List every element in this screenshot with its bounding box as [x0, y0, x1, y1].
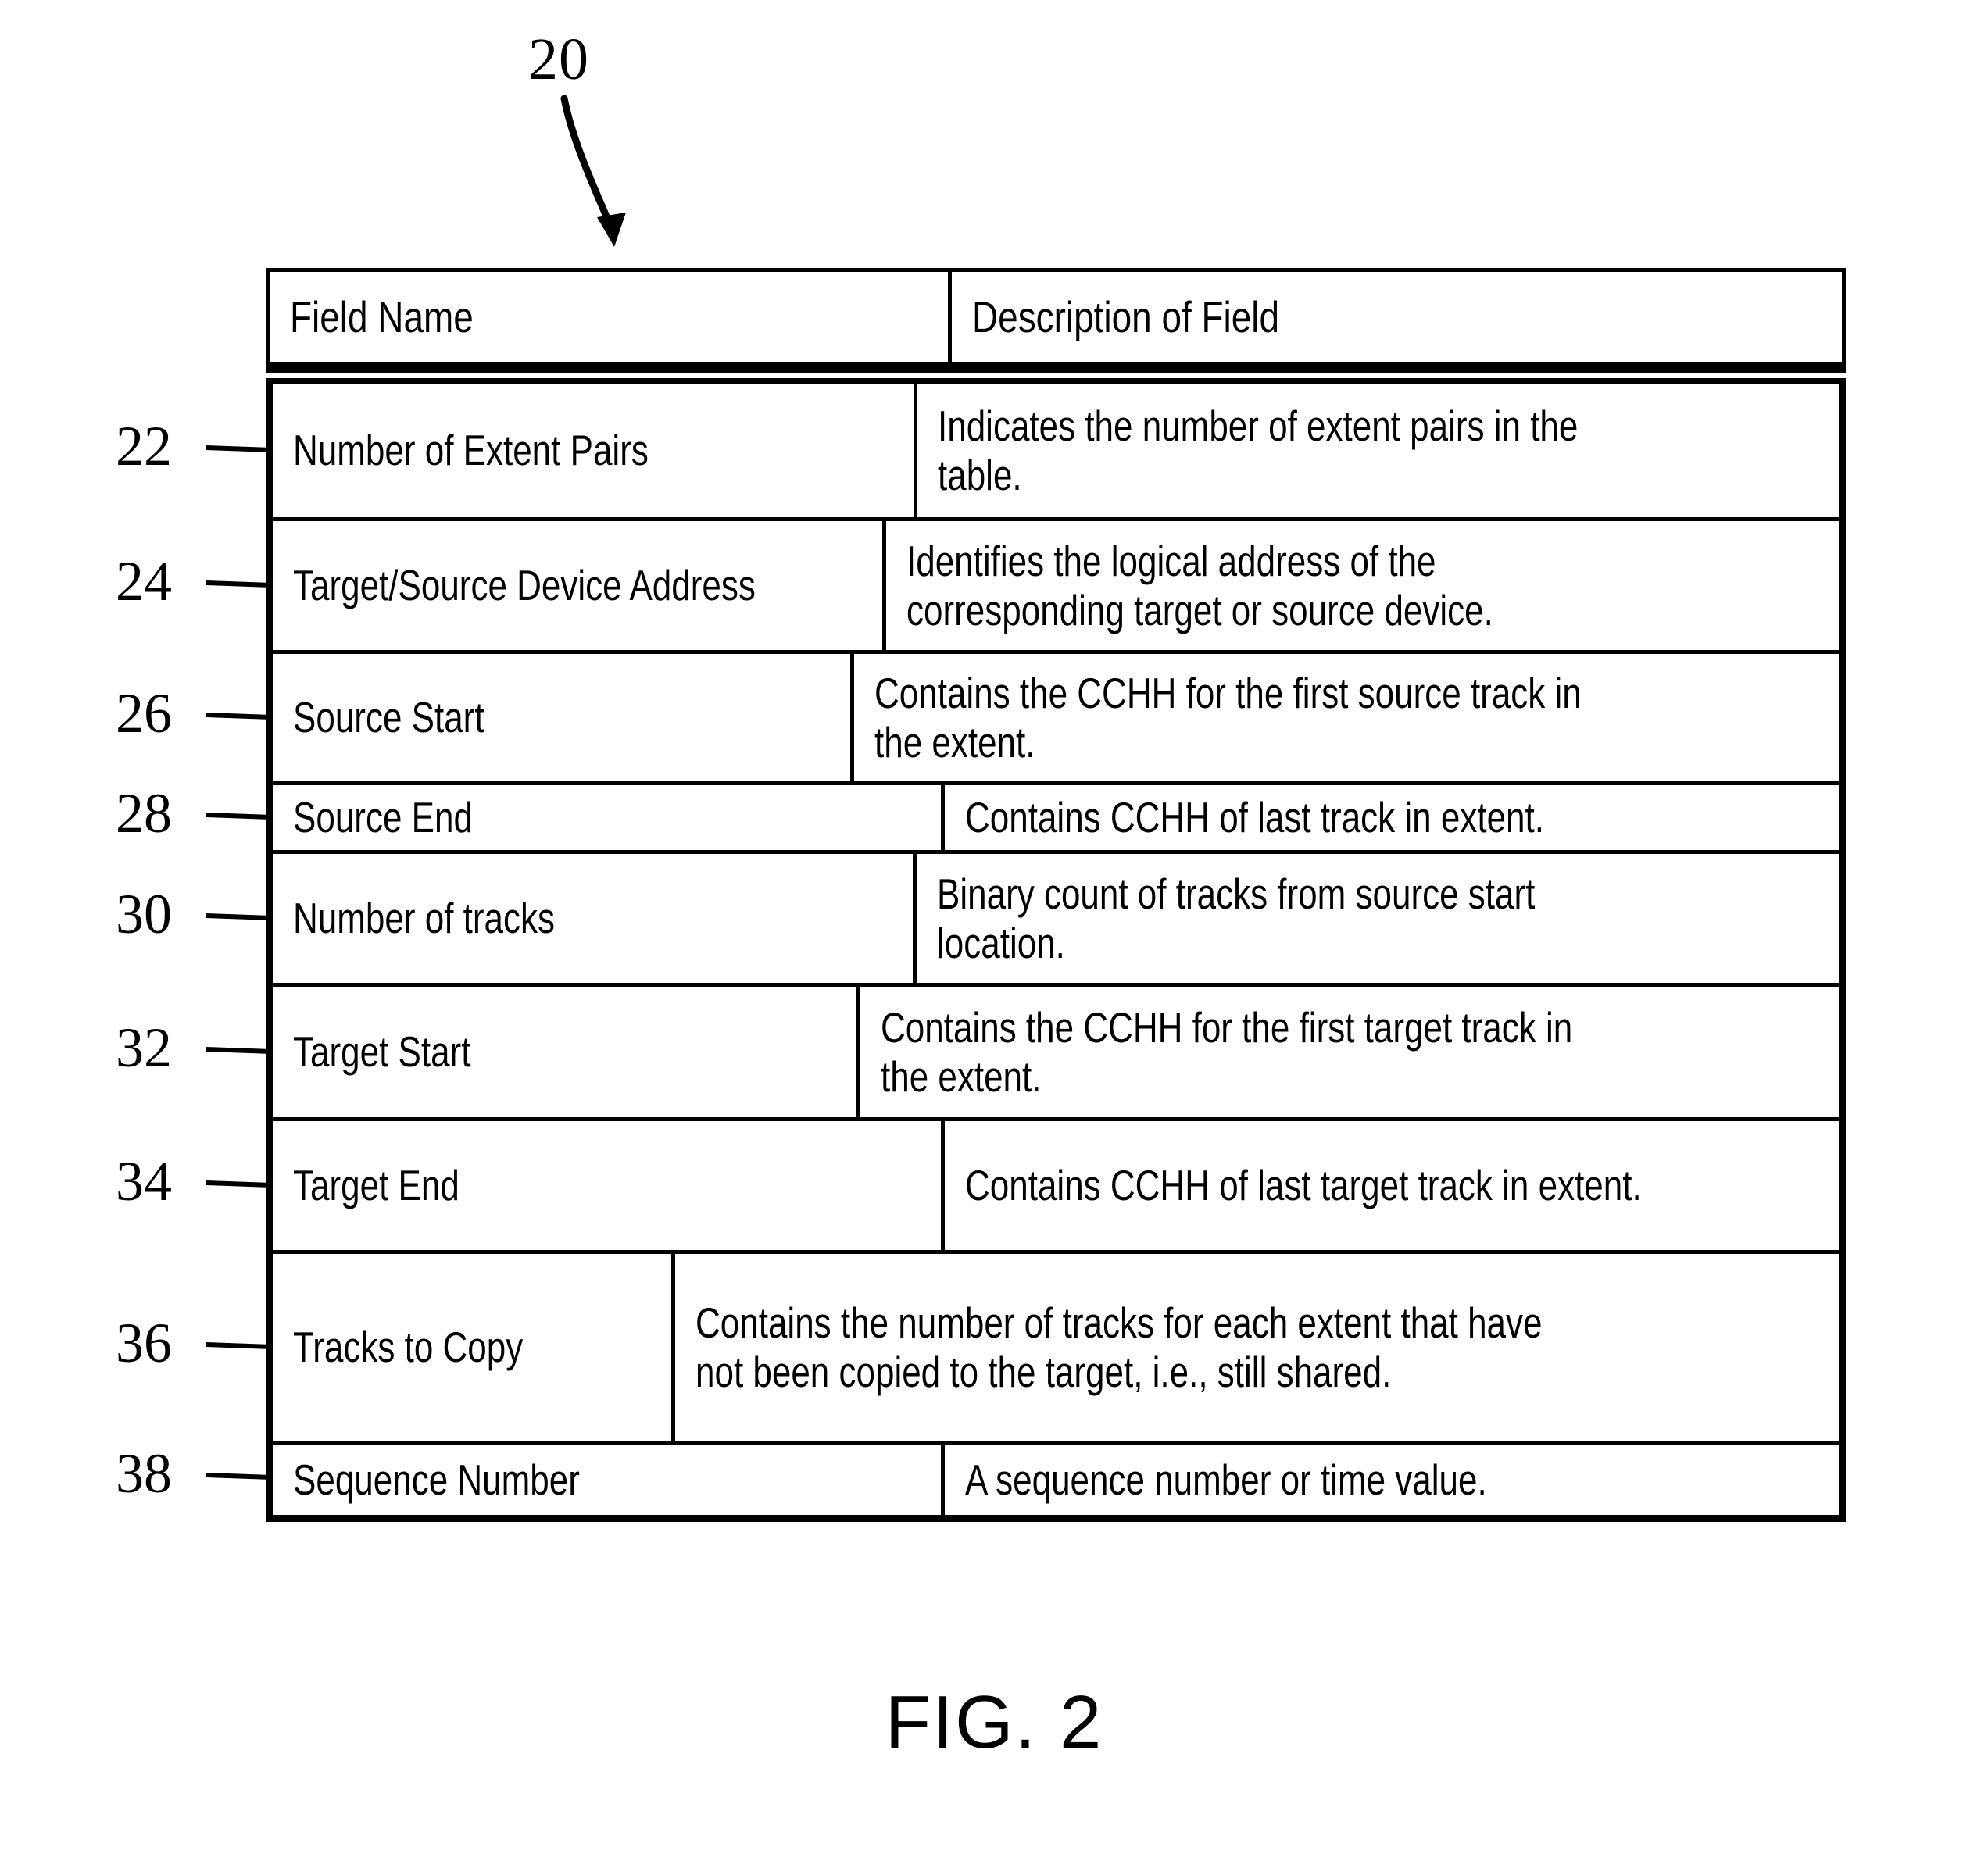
description-text: Contains CCHH of last track in extent.: [965, 793, 1544, 842]
cell-description: Contains CCHH of last track in extent.: [945, 785, 1839, 850]
cell-field-name: Source Start: [273, 654, 855, 781]
field-name-text: Target Start: [293, 1027, 471, 1077]
leader-line-38: [206, 1473, 270, 1480]
description-text: Binary count of tracks from source start…: [936, 869, 1536, 967]
cell-field-name: Sequence Number: [273, 1445, 945, 1515]
leader-line-32: [206, 1047, 270, 1054]
table-body: Number of Extent Pairs Indicates the num…: [266, 378, 1846, 1522]
leader-line-30: [206, 913, 270, 920]
cell-field-name: Target End: [273, 1121, 945, 1250]
field-name-text: Target End: [293, 1161, 459, 1210]
cell-description: Binary count of tracks from source start…: [917, 854, 1839, 983]
cell-field-name: Target Start: [273, 987, 861, 1117]
extent-table: Field Name Description of Field Number o…: [266, 268, 1846, 1522]
table-row: Number of Extent Pairs Indicates the num…: [273, 384, 1839, 521]
table-row: Source Start Contains the CCHH for the f…: [273, 654, 1839, 785]
leader-line-26: [206, 712, 270, 720]
leader-line-34: [206, 1180, 270, 1188]
table-row: Target/Source Device Address Identifies …: [273, 521, 1839, 654]
table-row: Source End Contains CCHH of last track i…: [273, 785, 1839, 854]
reference-numeral-22: 22: [116, 415, 172, 477]
figure-caption: FIG. 2: [885, 1680, 1103, 1764]
reference-numeral-26: 26: [116, 682, 172, 745]
cell-description: Indicates the number of extent pairs in …: [917, 384, 1839, 517]
reference-numeral-34: 34: [116, 1150, 172, 1212]
description-text: Indicates the number of extent pairs in …: [937, 401, 1579, 499]
column-header-description-label: Description of Field: [972, 292, 1280, 341]
figure-reference-number-20: 20: [528, 27, 589, 92]
leader-line-28: [206, 812, 270, 820]
cell-description: Contains the CCHH for the first source t…: [854, 654, 1839, 781]
cell-description: Identifies the logical address of the co…: [886, 521, 1839, 650]
cell-field-name: Tracks to Copy: [273, 1254, 676, 1441]
table-row: Target Start Contains the CCHH for the f…: [273, 987, 1839, 1121]
description-text: Contains the number of tracks for each e…: [695, 1298, 1543, 1396]
leader-line-36: [206, 1342, 270, 1349]
cell-field-name: Source End: [273, 785, 945, 850]
table-row: Target End Contains CCHH of last target …: [273, 1121, 1839, 1254]
description-text: Contains CCHH of last target track in ex…: [965, 1161, 1642, 1210]
cell-field-name: Target/Source Device Address: [273, 521, 886, 650]
figure-reference-arrow-icon: [560, 95, 626, 247]
field-name-text: Target/Source Device Address: [293, 561, 756, 610]
reference-numeral-24: 24: [116, 550, 172, 612]
reference-numeral-36: 36: [116, 1312, 172, 1374]
reference-numeral-30: 30: [116, 883, 172, 945]
leader-line-24: [206, 580, 270, 588]
table-header-row: Field Name Description of Field: [266, 268, 1846, 373]
field-name-text: Source End: [293, 793, 473, 842]
description-text: A sequence number or time value.: [965, 1455, 1487, 1504]
cell-description: Contains the CCHH for the first target t…: [860, 987, 1839, 1117]
table-row: Tracks to Copy Contains the number of tr…: [273, 1254, 1839, 1445]
field-name-text: Sequence Number: [293, 1455, 580, 1504]
cell-description: A sequence number or time value.: [945, 1445, 1839, 1515]
reference-numeral-28: 28: [116, 782, 172, 845]
column-header-description: Description of Field: [952, 272, 1842, 362]
cell-field-name: Number of Extent Pairs: [273, 384, 917, 517]
description-text: Contains the CCHH for the first source t…: [874, 668, 1582, 766]
column-header-field-name-label: Field Name: [290, 292, 474, 341]
description-text: Identifies the logical address of the co…: [906, 536, 1493, 634]
reference-numeral-32: 32: [116, 1016, 172, 1079]
field-name-text: Source Start: [293, 693, 484, 742]
cell-description: Contains the number of tracks for each e…: [675, 1254, 1839, 1441]
field-name-text: Number of Extent Pairs: [293, 426, 649, 475]
column-header-field-name: Field Name: [270, 272, 952, 362]
cell-field-name: Number of tracks: [273, 854, 917, 983]
field-name-text: Tracks to Copy: [293, 1323, 524, 1372]
leader-line-22: [206, 445, 270, 452]
table-row: Sequence Number A sequence number or tim…: [273, 1445, 1839, 1515]
field-name-text: Number of tracks: [293, 894, 555, 943]
description-text: Contains the CCHH for the first target t…: [881, 1002, 1573, 1101]
reference-numeral-38: 38: [116, 1442, 172, 1505]
table-row: Number of tracks Binary count of tracks …: [273, 854, 1839, 987]
cell-description: Contains CCHH of last target track in ex…: [945, 1121, 1839, 1250]
